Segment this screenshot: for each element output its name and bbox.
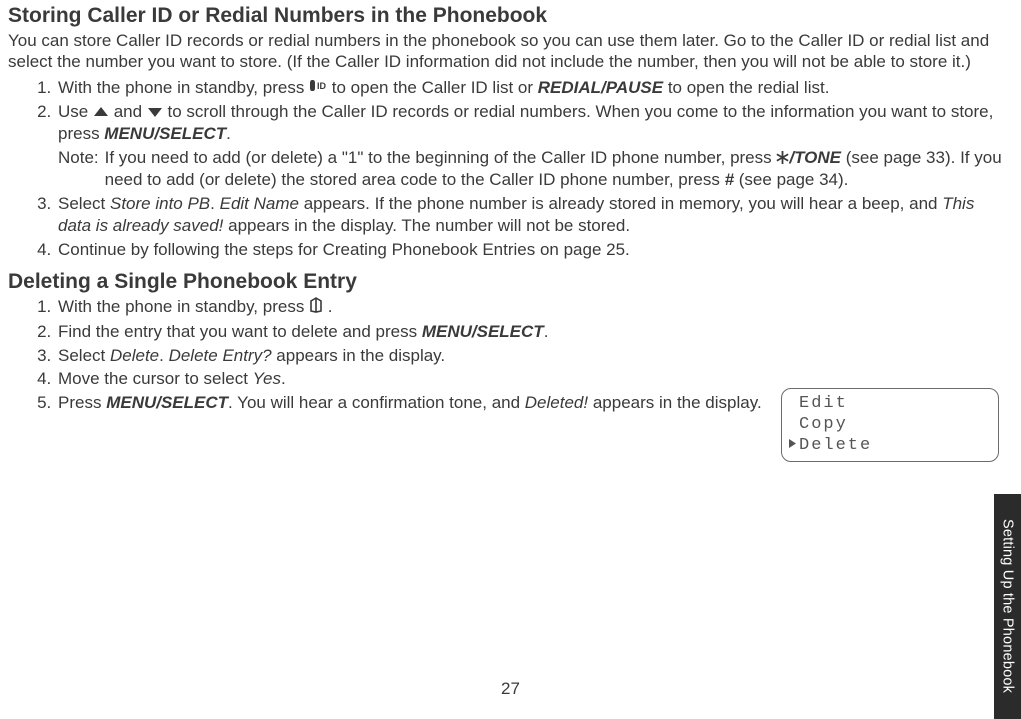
hash-label: # bbox=[725, 170, 734, 189]
lcd-text: Copy bbox=[799, 415, 848, 434]
menu-select-label: MENU/SELECT bbox=[422, 322, 544, 341]
delete-entry-label: Delete Entry? bbox=[169, 346, 272, 365]
side-tab: Setting Up the Phonebook bbox=[994, 494, 1021, 719]
deleting-step-2: Find the entry that you want to delete a… bbox=[56, 321, 816, 343]
cursor-icon bbox=[788, 436, 799, 455]
step-text: appears. If the phone number is already … bbox=[299, 194, 942, 213]
delete-label: Delete bbox=[110, 346, 159, 365]
section-title-deleting: Deleting a Single Phonebook Entry bbox=[8, 270, 1003, 294]
page-number: 27 bbox=[0, 679, 1021, 699]
note-body: If you need to add (or delete) a "1" to … bbox=[105, 147, 1003, 191]
deleting-step-1: With the phone in standby, press . bbox=[56, 296, 816, 318]
svg-text:ID: ID bbox=[317, 81, 327, 91]
phonebook-icon bbox=[309, 297, 323, 319]
cid-icon: ID bbox=[309, 77, 327, 99]
lcd-screen-illustration: Edit Copy Delete bbox=[781, 388, 999, 462]
step-text: . bbox=[544, 322, 549, 341]
lcd-row-delete: Delete bbox=[788, 435, 992, 456]
menu-select-label: MENU/SELECT bbox=[106, 393, 228, 412]
deleting-step-4: Move the cursor to select Yes. bbox=[56, 368, 816, 390]
step-text: appears in the display. bbox=[588, 393, 762, 412]
step-text: to open the redial list. bbox=[663, 78, 829, 97]
step2-note: Note: If you need to add (or delete) a "… bbox=[58, 147, 1003, 191]
step-text: Select bbox=[58, 346, 110, 365]
step-text: appears in the display. bbox=[272, 346, 446, 365]
step-text: Select bbox=[58, 194, 110, 213]
yes-label: Yes bbox=[253, 369, 281, 388]
step-text: Find the entry that you want to delete a… bbox=[58, 322, 422, 341]
step-text: and bbox=[109, 102, 147, 121]
deleted-label: Deleted! bbox=[525, 393, 588, 412]
storing-step-1: With the phone in standby, press ID to o… bbox=[56, 77, 1003, 99]
step-text: Use bbox=[58, 102, 93, 121]
step-text: . bbox=[281, 369, 286, 388]
step-text: . bbox=[210, 194, 219, 213]
step-text: With the phone in standby, press bbox=[58, 78, 309, 97]
menu-select-label: MENU/SELECT bbox=[104, 124, 226, 143]
storing-step-2: Use and to scroll through the Caller ID … bbox=[56, 101, 1003, 191]
step-text: . bbox=[159, 346, 168, 365]
note-label: Note: bbox=[58, 147, 105, 191]
storing-step-4: Continue by following the steps for Crea… bbox=[56, 239, 1003, 261]
storing-steps-list: With the phone in standby, press ID to o… bbox=[8, 77, 1003, 261]
deleting-steps-list: With the phone in standby, press . Find … bbox=[8, 296, 816, 413]
step-text: Move the cursor to select bbox=[58, 369, 253, 388]
edit-name-label: Edit Name bbox=[220, 194, 299, 213]
step-text: . bbox=[323, 297, 332, 316]
tone-label: /TONE bbox=[789, 148, 841, 167]
redial-pause-label: REDIAL/PAUSE bbox=[538, 78, 663, 97]
deleting-step-5: Press MENU/SELECT. You will hear a confi… bbox=[56, 392, 816, 414]
storing-step-3: Select Store into PB. Edit Name appears.… bbox=[56, 193, 1003, 237]
up-arrow-icon bbox=[93, 102, 109, 124]
step-text: . You will hear a confirmation tone, and bbox=[228, 393, 525, 412]
note-text: (see page 34). bbox=[734, 170, 848, 189]
deleting-step-3: Select Delete. Delete Entry? appears in … bbox=[56, 345, 816, 367]
star-icon bbox=[776, 148, 789, 170]
lcd-row-edit: Edit bbox=[788, 393, 992, 414]
store-into-pb-label: Store into PB bbox=[110, 194, 210, 213]
intro-paragraph: You can store Caller ID records or redia… bbox=[8, 30, 1003, 73]
step-text: With the phone in standby, press bbox=[58, 297, 309, 316]
step-text: . bbox=[226, 124, 231, 143]
step-text: Press bbox=[58, 393, 106, 412]
note-text: If you need to add (or delete) a "1" to … bbox=[105, 148, 777, 167]
step-text: appears in the display. The number will … bbox=[223, 216, 630, 235]
lcd-text: Delete bbox=[799, 436, 872, 455]
section-title-storing: Storing Caller ID or Redial Numbers in t… bbox=[8, 4, 1003, 28]
down-arrow-icon bbox=[147, 102, 163, 124]
lcd-text: Edit bbox=[799, 394, 848, 413]
lcd-row-copy: Copy bbox=[788, 414, 992, 435]
step-text: to open the Caller ID list or bbox=[327, 78, 538, 97]
